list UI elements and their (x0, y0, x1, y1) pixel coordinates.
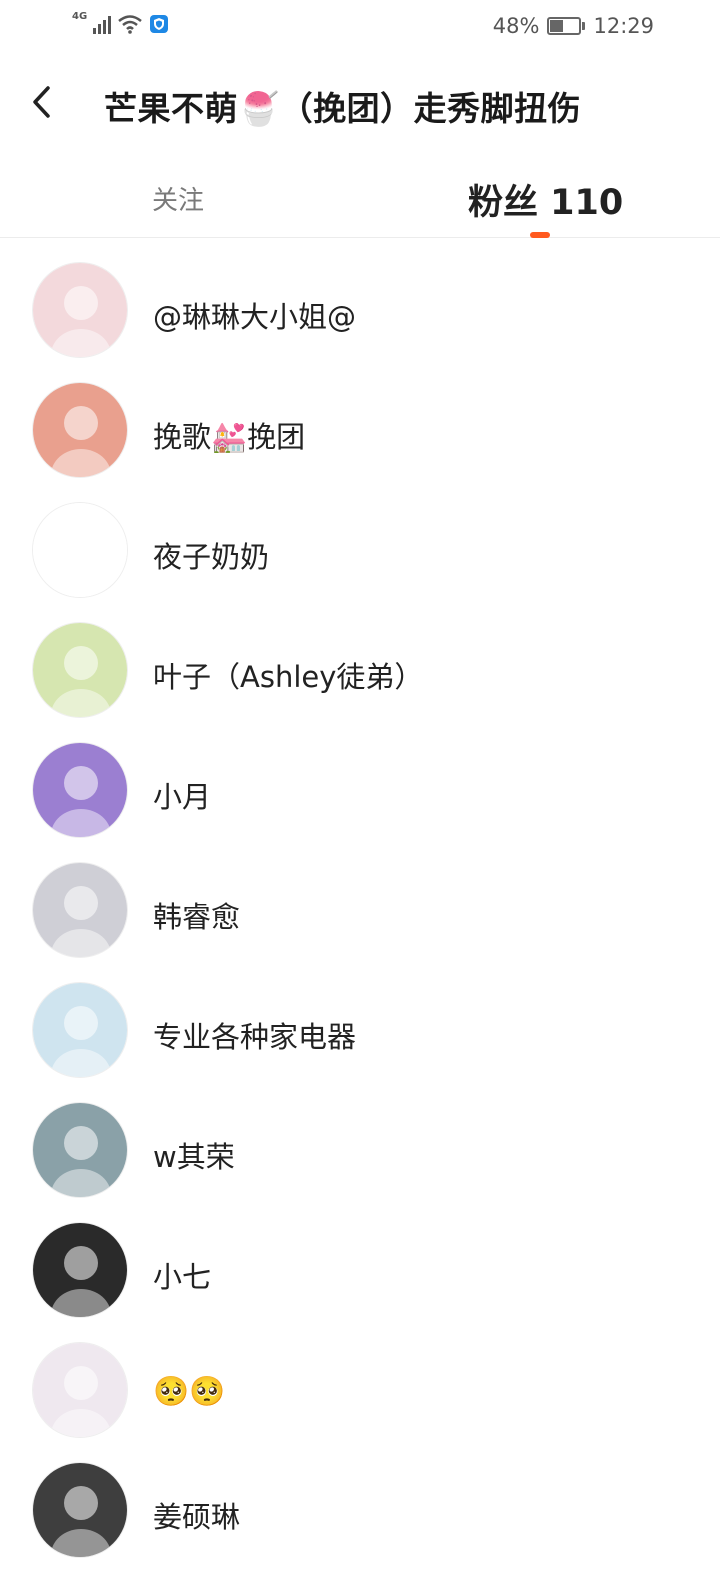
user-name[interactable]: 挽歌💒挽团 (153, 414, 305, 456)
avatar-image (33, 1103, 127, 1197)
user-name[interactable]: 专业各种家电器 (153, 1014, 356, 1056)
avatar[interactable] (32, 1342, 128, 1438)
status-left: 4G (72, 10, 169, 34)
avatar-image (33, 263, 127, 357)
list-item[interactable]: 小月 (0, 730, 720, 850)
avatar[interactable] (32, 262, 128, 358)
tab-fans[interactable]: 粉丝 110 (468, 174, 623, 225)
battery-percent: 48% (492, 14, 540, 38)
avatar[interactable] (32, 1462, 128, 1558)
user-name[interactable]: 夜子奶奶 (153, 534, 269, 576)
tab-active-indicator (530, 232, 550, 238)
signal-icon (93, 14, 112, 34)
list-item[interactable]: 叶子（Ashley徒弟） (0, 610, 720, 730)
avatar-image (33, 983, 127, 1077)
avatar-image (33, 383, 127, 477)
list-item[interactable]: w其荣 (0, 1090, 720, 1210)
avatar[interactable] (32, 1102, 128, 1198)
list-item[interactable]: 韩睿愈 (0, 850, 720, 970)
list-item[interactable]: 姜硕琳 (0, 1450, 720, 1570)
user-name[interactable]: 🥺🥺 (153, 1374, 225, 1409)
avatar[interactable] (32, 742, 128, 838)
user-name[interactable]: 小月 (153, 774, 211, 816)
list-item[interactable]: 专业各种家电器 (0, 970, 720, 1090)
user-name[interactable]: 小七 (153, 1254, 211, 1296)
list-item[interactable]: @琳琳大小姐@ (0, 250, 720, 370)
list-item[interactable]: 夜子奶奶 (0, 490, 720, 610)
user-name[interactable]: 姜硕琳 (153, 1494, 240, 1536)
avatar[interactable] (32, 1222, 128, 1318)
back-button[interactable] (22, 80, 62, 124)
avatar-image (33, 743, 127, 837)
avatar[interactable] (32, 862, 128, 958)
avatar[interactable] (32, 982, 128, 1078)
list-item[interactable]: 🥺🥺 (0, 1330, 720, 1450)
tab-follow[interactable]: 关注 (152, 180, 204, 217)
chevron-left-icon (33, 86, 50, 118)
avatar-image (33, 503, 127, 597)
status-right: 48% 12:29 (493, 14, 654, 38)
shield-icon (149, 14, 169, 34)
avatar-image (33, 1463, 127, 1557)
wifi-icon (117, 14, 143, 34)
user-name[interactable]: 叶子（Ashley徒弟） (153, 654, 423, 696)
avatar-image (33, 863, 127, 957)
avatar[interactable] (32, 382, 128, 478)
user-name[interactable]: w其荣 (153, 1134, 235, 1176)
clock: 12:29 (593, 14, 654, 38)
list-item[interactable]: 挽歌💒挽团 (0, 370, 720, 490)
header: 芒果不萌🍧（挽团）走秀脚扭伤 (0, 60, 720, 148)
user-name[interactable]: 韩睿愈 (153, 894, 240, 936)
tab-bar: 关注 粉丝 110 (0, 160, 720, 238)
battery-icon (547, 17, 586, 35)
battery-fill (550, 20, 564, 32)
page-title: 芒果不萌🍧（挽团）走秀脚扭伤 (104, 89, 582, 128)
avatar-image (33, 623, 127, 717)
avatar-image (33, 1343, 127, 1437)
user-name[interactable]: @琳琳大小姐@ (153, 294, 356, 336)
fans-list: @琳琳大小姐@ 挽歌💒挽团 夜子奶奶 叶子（Ashley徒弟） 小月 韩睿愈 专… (0, 250, 720, 1570)
avatar[interactable] (32, 622, 128, 718)
network-type: 4G (72, 10, 88, 22)
status-bar: 4G 48% 12:29 (0, 0, 720, 56)
list-item[interactable]: 小七 (0, 1210, 720, 1330)
avatar[interactable] (32, 502, 128, 598)
avatar-image (33, 1223, 127, 1317)
